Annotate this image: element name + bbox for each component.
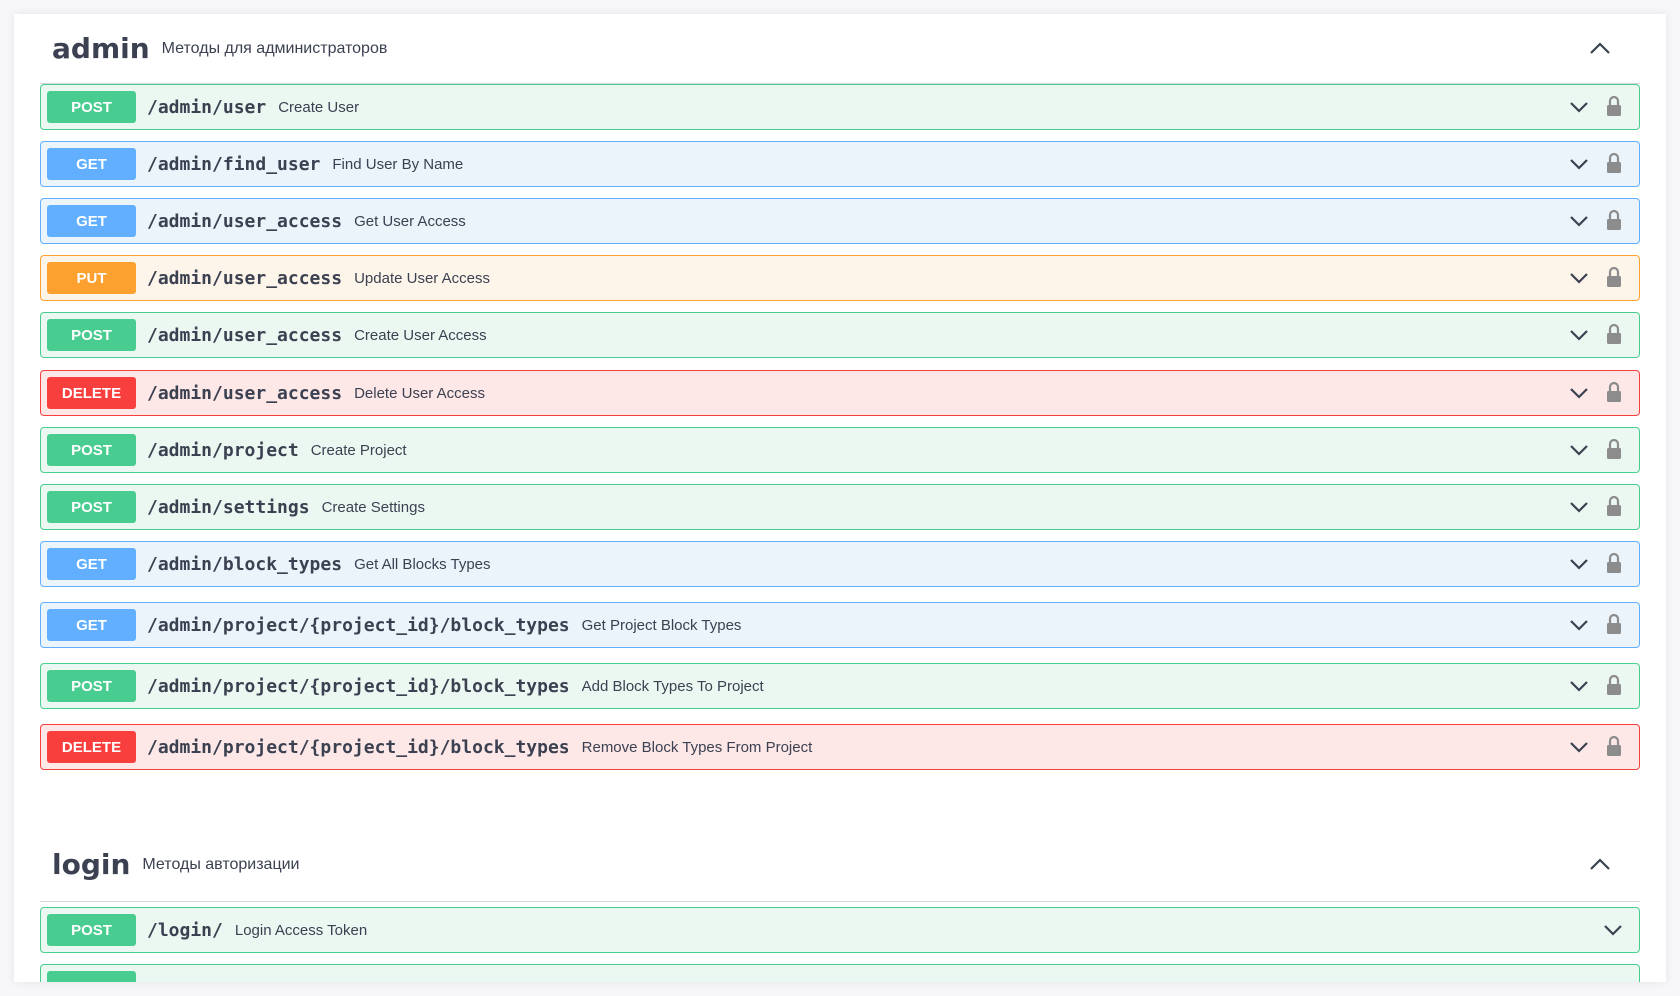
lock-icon[interactable] (1606, 323, 1622, 345)
method-badge: GET (47, 609, 136, 641)
lock-icon[interactable] (1606, 152, 1622, 174)
lock-icon[interactable] (1606, 438, 1622, 460)
operation-summary: Create User (278, 98, 360, 116)
method-badge: POST (47, 914, 136, 946)
method-badge: GET (47, 205, 136, 237)
chevron-up-icon[interactable] (1588, 854, 1612, 874)
operation-summary: Create Project (310, 441, 407, 459)
lock-icon[interactable] (1606, 613, 1622, 635)
lock-icon[interactable] (1606, 552, 1622, 574)
operation-path: /admin/user_access (147, 210, 343, 232)
section-title: login (52, 848, 131, 881)
operation-post-login[interactable]: POST /login/ Login Access Token (40, 907, 1640, 953)
chevron-down-icon[interactable] (1603, 922, 1623, 938)
operation-post-admin-user-access[interactable]: POST /admin/user_access Create User Acce… (40, 312, 1640, 358)
operation-summary: Create Settings (321, 498, 425, 516)
method-badge: POST (47, 491, 136, 523)
method-badge: DELETE (47, 377, 136, 409)
operation-path: /admin/project/{project_id}/block_types (147, 614, 570, 636)
operation-path: /admin/user_access (147, 382, 343, 404)
operation-path: /admin/settings (147, 496, 310, 518)
operation-path: /admin/user_access (147, 324, 343, 346)
section-description: Методы авторизации (142, 855, 300, 873)
chevron-down-icon[interactable] (1569, 556, 1589, 572)
operation-summary: Find User By Name (332, 155, 464, 173)
lock-icon[interactable] (1606, 735, 1622, 757)
operation-get-project-block-types[interactable]: GET /admin/project/{project_id}/block_ty… (40, 602, 1640, 648)
method-badge: PUT (47, 262, 136, 294)
operation-summary: Update User Access (354, 269, 490, 287)
method-badge: POST (47, 670, 136, 702)
chevron-up-icon[interactable] (1588, 38, 1612, 58)
operation-delete-project-block-types[interactable]: DELETE /admin/project/{project_id}/block… (40, 724, 1640, 770)
operation-summary: Remove Block Types From Project (581, 738, 813, 756)
method-badge: POST (47, 319, 136, 351)
operation-post-admin-project[interactable]: POST /admin/project Create Project (40, 427, 1640, 473)
operation-path: /admin/project/{project_id}/block_types (147, 675, 570, 697)
method-badge: GET (47, 548, 136, 580)
operation-path: /admin/user (147, 96, 267, 118)
api-docs-panel: admin Методы для администраторов POST /a… (14, 14, 1666, 982)
method-badge: GET (47, 148, 136, 180)
section-header-admin[interactable]: admin Методы для администраторов (40, 14, 1640, 84)
operation-delete-admin-user-access[interactable]: DELETE /admin/user_access Delete User Ac… (40, 370, 1640, 416)
operation-path: /admin/project/{project_id}/block_types (147, 736, 570, 758)
operation-post-project-block-types[interactable]: POST /admin/project/{project_id}/block_t… (40, 663, 1640, 709)
operation-summary: Get All Blocks Types (354, 555, 491, 573)
operation-path: /admin/user_access (147, 267, 343, 289)
lock-icon[interactable] (1606, 381, 1622, 403)
chevron-down-icon[interactable] (1569, 156, 1589, 172)
operation-summary: Get Project Block Types (581, 616, 742, 634)
section-title: admin (52, 32, 150, 65)
operation-get-admin-user-access[interactable]: GET /admin/user_access Get User Access (40, 198, 1640, 244)
method-badge (47, 971, 136, 982)
operation-put-admin-user-access[interactable]: PUT /admin/user_access Update User Acces… (40, 255, 1640, 301)
operation-summary: Create User Access (354, 326, 487, 344)
operation-summary: Login Access Token (234, 921, 368, 939)
lock-icon[interactable] (1606, 674, 1622, 696)
lock-icon[interactable] (1606, 266, 1622, 288)
lock-icon[interactable] (1606, 95, 1622, 117)
section-header-login[interactable]: login Методы авторизации (40, 828, 1640, 902)
chevron-down-icon[interactable] (1569, 213, 1589, 229)
operation-get-admin-find-user[interactable]: GET /admin/find_user Find User By Name (40, 141, 1640, 187)
operation-path: /admin/project (147, 439, 299, 461)
operation-post-admin-settings[interactable]: POST /admin/settings Create Settings (40, 484, 1640, 530)
operation-path: /login/ (147, 919, 223, 941)
operation-summary: Delete User Access (354, 384, 485, 402)
operation-summary: Get User Access (354, 212, 466, 230)
operation-path: /admin/find_user (147, 153, 321, 175)
method-badge: DELETE (47, 731, 136, 763)
chevron-down-icon[interactable] (1569, 270, 1589, 286)
chevron-down-icon[interactable] (1569, 678, 1589, 694)
operation-path: /admin/block_types (147, 553, 343, 575)
method-badge: POST (47, 91, 136, 123)
chevron-down-icon[interactable] (1569, 442, 1589, 458)
method-badge: POST (47, 434, 136, 466)
chevron-down-icon[interactable] (1569, 385, 1589, 401)
chevron-down-icon[interactable] (1569, 99, 1589, 115)
chevron-down-icon[interactable] (1569, 739, 1589, 755)
lock-icon[interactable] (1606, 209, 1622, 231)
operation-get-admin-block-types[interactable]: GET /admin/block_types Get All Blocks Ty… (40, 541, 1640, 587)
lock-icon[interactable] (1606, 495, 1622, 517)
chevron-down-icon[interactable] (1569, 327, 1589, 343)
section-description: Методы для администраторов (161, 39, 388, 57)
chevron-down-icon[interactable] (1569, 499, 1589, 515)
operation-post-admin-user[interactable]: POST /admin/user Create User (40, 84, 1640, 130)
chevron-down-icon[interactable] (1569, 617, 1589, 633)
operation-partial[interactable] (40, 964, 1640, 982)
operation-summary: Add Block Types To Project (581, 677, 764, 695)
